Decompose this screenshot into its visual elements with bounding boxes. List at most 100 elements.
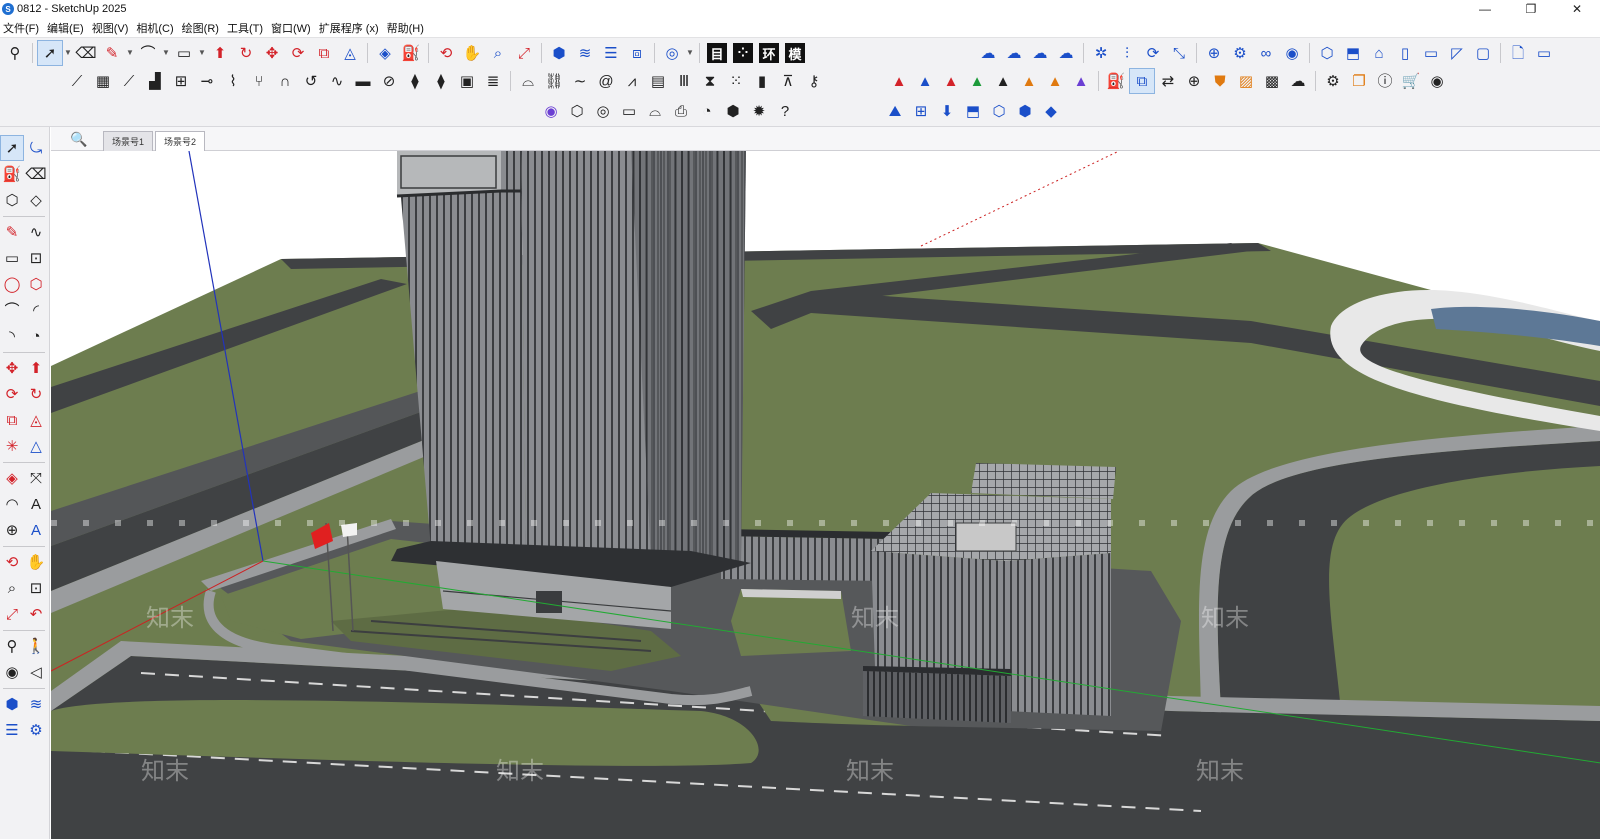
profile-builder-icon[interactable]: ◉: [538, 98, 564, 124]
tape-measure-icon[interactable]: ◈: [0, 465, 24, 491]
scene-tab-1[interactable]: 场景号1: [103, 131, 154, 151]
chevron-down-icon[interactable]: ▼: [63, 40, 73, 66]
menu-view[interactable]: 视图(V): [89, 20, 134, 36]
pencil-icon[interactable]: ✎: [0, 219, 24, 245]
copy-icon[interactable]: ⧉: [1129, 68, 1155, 94]
section-plane-icon[interactable]: ◁: [24, 659, 48, 685]
right-view-icon[interactable]: ▯: [1392, 40, 1418, 66]
compass-icon[interactable]: ⊼: [775, 68, 801, 94]
bar-steps-icon[interactable]: ▟: [142, 68, 168, 94]
push-red-r-icon[interactable]: ▲: [938, 68, 964, 94]
push-black-icon[interactable]: ▲: [990, 68, 1016, 94]
rotated-rect-icon[interactable]: ⊡: [24, 245, 48, 271]
pencil-icon[interactable]: ✎: [99, 40, 125, 66]
menu-extensions[interactable]: 扩展程序 (x): [316, 20, 384, 36]
bottom-view-icon[interactable]: ▢: [1470, 40, 1496, 66]
look-around-icon[interactable]: ◉: [0, 659, 24, 685]
orbit-icon[interactable]: ⟲: [433, 40, 459, 66]
target-icon[interactable]: ◎: [590, 98, 616, 124]
new-file-icon[interactable]: 🗋: [1505, 40, 1531, 66]
add-circle-icon[interactable]: ⊕: [1181, 68, 1207, 94]
plugin-env-badge[interactable]: 环: [759, 43, 779, 63]
gradient-icon[interactable]: ▨: [1233, 68, 1259, 94]
text-icon[interactable]: A: [24, 491, 48, 517]
rectangle-tool-icon[interactable]: ▭: [171, 40, 197, 66]
eraser-icon[interactable]: ⌫: [24, 161, 48, 187]
protractor-icon[interactable]: ◠: [0, 491, 24, 517]
restore-button[interactable]: ❐: [1508, 0, 1554, 18]
transfer-icon[interactable]: ⇄: [1155, 68, 1181, 94]
three-point-arc-icon[interactable]: ◝: [0, 323, 24, 349]
cloud-sync-icon[interactable]: ☁: [1027, 40, 1053, 66]
spline-icon[interactable]: ∿: [324, 68, 350, 94]
menu-edit[interactable]: 编辑(E): [44, 20, 89, 36]
walk-icon[interactable]: 🚶: [24, 633, 48, 659]
window-icon[interactable]: ❐: [1346, 68, 1372, 94]
lasso-icon[interactable]: ⤿: [24, 135, 48, 161]
package-icon[interactable]: ⬢: [720, 98, 746, 124]
add-detail-icon[interactable]: ◆: [1038, 98, 1064, 124]
user-icon[interactable]: ◉: [1424, 68, 1450, 94]
array-icon[interactable]: ⁙: [723, 68, 749, 94]
previous-view-icon[interactable]: ↶: [24, 601, 48, 627]
sliders-icon[interactable]: ⫶: [1114, 40, 1140, 66]
extension-manager-icon[interactable]: ⚙: [24, 717, 48, 743]
offset-tool-icon[interactable]: ◬: [337, 40, 363, 66]
push-red-icon[interactable]: ▲: [886, 68, 912, 94]
shelf-icon[interactable]: ▤: [645, 68, 671, 94]
checker-icon[interactable]: ▩: [1259, 68, 1285, 94]
box-icon[interactable]: ▣: [454, 68, 480, 94]
mesh-two-icon[interactable]: ⧫: [428, 68, 454, 94]
car-icon[interactable]: ⌓: [642, 98, 668, 124]
warehouse-icon[interactable]: ⬢: [0, 691, 24, 717]
extension-warehouse-icon[interactable]: ≋: [24, 691, 48, 717]
push-orange-icon[interactable]: ▲: [1016, 68, 1042, 94]
select-tool-icon[interactable]: ➚: [0, 135, 24, 161]
plugin-model-badge[interactable]: 模: [785, 43, 805, 63]
menu-camera[interactable]: 相机(C): [133, 20, 178, 36]
rectangle-tool-icon[interactable]: ▭: [0, 245, 24, 271]
camera-video-icon[interactable]: ▭: [616, 98, 642, 124]
minimize-button[interactable]: —: [1462, 0, 1508, 18]
download-icon[interactable]: ⊕: [1201, 40, 1227, 66]
cloud-search-icon[interactable]: ☁: [1001, 40, 1027, 66]
flip-edge-icon[interactable]: ⬢: [1012, 98, 1038, 124]
arch-icon[interactable]: ∩: [272, 68, 298, 94]
stack-icon[interactable]: ≣: [480, 68, 506, 94]
polygon-icon[interactable]: ⬡: [24, 271, 48, 297]
cloud-upload-icon[interactable]: ☁: [1053, 40, 1079, 66]
dimension-icon[interactable]: ⤧: [24, 465, 48, 491]
open-file-icon[interactable]: ▭: [1531, 40, 1557, 66]
eraser-icon[interactable]: ⌫: [73, 40, 99, 66]
push-pull-icon[interactable]: ⬆: [207, 40, 233, 66]
select-tool-icon[interactable]: ➚: [37, 40, 63, 66]
branch-icon[interactable]: ⑂: [246, 68, 272, 94]
push-orange-x-icon[interactable]: ▲: [1042, 68, 1068, 94]
grid-frame-icon[interactable]: ▦: [90, 68, 116, 94]
layers-icon[interactable]: ☰: [0, 717, 24, 743]
bend-icon[interactable]: ⌓: [515, 68, 541, 94]
pan-icon[interactable]: ✋: [459, 40, 485, 66]
front-view-icon[interactable]: ⌂: [1366, 40, 1392, 66]
follow-me-icon[interactable]: ↻: [24, 381, 48, 407]
circle-icon[interactable]: ◯: [0, 271, 24, 297]
spiral-icon[interactable]: @: [593, 68, 619, 94]
stamp-icon[interactable]: ⬇: [934, 98, 960, 124]
tag-icon[interactable]: ◇: [24, 187, 48, 213]
component-icon[interactable]: ⬡: [0, 187, 24, 213]
push-blue-icon[interactable]: ▲: [912, 68, 938, 94]
layout-icon[interactable]: ⧈: [624, 40, 650, 66]
drape-icon[interactable]: ⬡: [986, 98, 1012, 124]
cloud-upload-two-icon[interactable]: ☁: [1285, 68, 1311, 94]
resize-icon[interactable]: ⤡: [1166, 40, 1192, 66]
cloud-link-icon[interactable]: ☁: [975, 40, 1001, 66]
paint-fill-icon[interactable]: ⛽: [1103, 68, 1129, 94]
orbit-icon[interactable]: ⟲: [0, 549, 24, 575]
curve-icon[interactable]: ⌇: [220, 68, 246, 94]
panel-icon[interactable]: ▬: [350, 68, 376, 94]
chevron-down-icon[interactable]: ▼: [125, 40, 135, 66]
pan-icon[interactable]: ✋: [24, 549, 48, 575]
terrain-icon[interactable]: ⛰: [882, 98, 908, 124]
vertex-icon[interactable]: ⊘: [376, 68, 402, 94]
arc-tool-icon[interactable]: ⌒: [0, 297, 24, 323]
